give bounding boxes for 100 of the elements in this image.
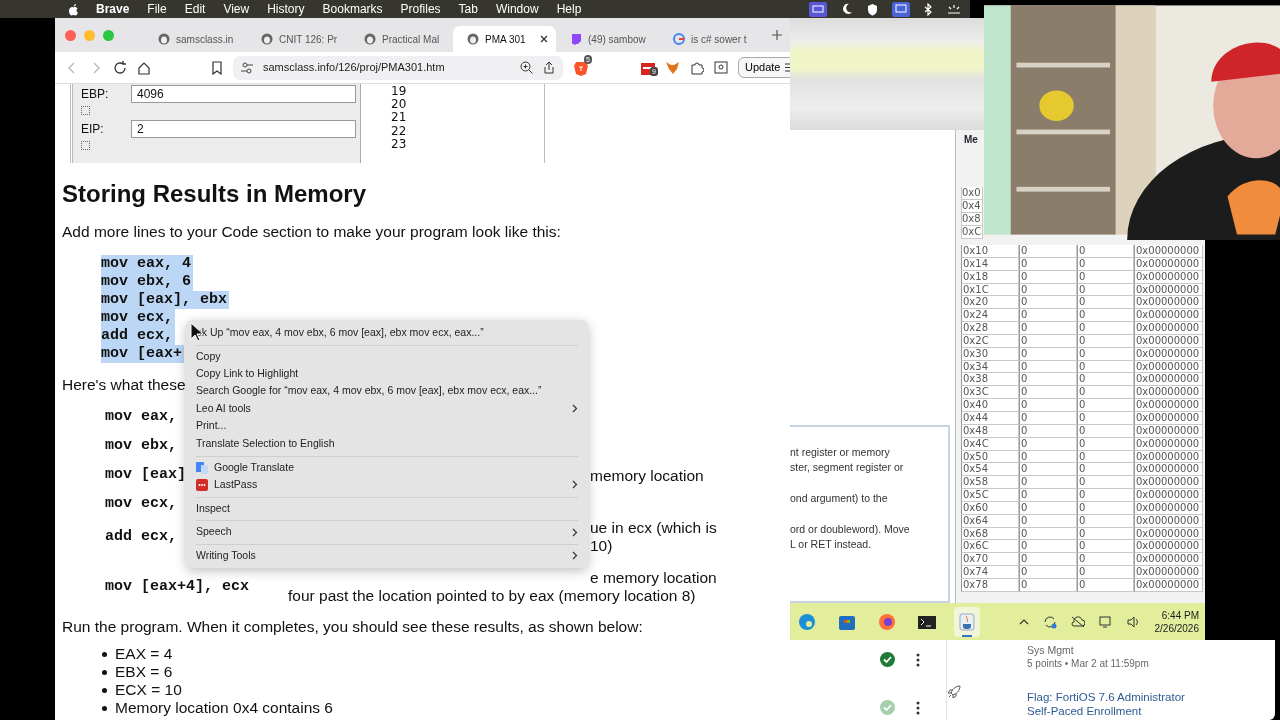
monitor-icon[interactable] (1098, 614, 1113, 629)
browser-tab[interactable]: Practical Mal (350, 26, 453, 52)
table-cell: 0 (1019, 296, 1077, 310)
explanation-text: ue in ecx (which is (590, 519, 717, 537)
menu-item[interactable]: Profiles (391, 0, 450, 18)
chevron-icon (572, 527, 578, 537)
menu-item[interactable]: Writing Tools (196, 543, 578, 564)
code-text: mov [eax+4], ecx (105, 576, 250, 597)
table-cell: 0 (1019, 309, 1077, 323)
table-cell: 0 (1077, 373, 1134, 387)
table-cell: 0x70 (961, 553, 1019, 567)
menu-item[interactable]: Inspect (196, 496, 578, 517)
apple-icon[interactable] (68, 2, 79, 16)
paragraph: Add more lines to your Code section to make your program look like this: (62, 222, 561, 242)
table-cell: 0 (1077, 399, 1134, 412)
checkbox[interactable] (81, 141, 90, 150)
kebab-menu-icon[interactable] (916, 653, 920, 667)
result-text: EBX = 6 (115, 663, 173, 681)
table-cell: 0 (1019, 373, 1077, 387)
table-cell: 0x00000000 (1134, 476, 1203, 490)
browser-tab[interactable]: PMA 301 (453, 26, 556, 52)
menu-item[interactable]: Window (486, 0, 548, 18)
moon-icon[interactable] (841, 3, 853, 15)
fox-icon[interactable] (665, 60, 680, 75)
browser-tab[interactable]: samsclass.in (144, 26, 247, 52)
lastpass-icon (196, 478, 208, 491)
menu-item[interactable]: Copy (196, 344, 578, 365)
speaker-icon[interactable] (1126, 615, 1141, 628)
menu-item[interactable]: Leo AI tools (196, 400, 578, 418)
table-cell: 0 (1019, 399, 1077, 412)
explanation-text: 10) (590, 537, 613, 555)
menu-item[interactable]: View (214, 0, 259, 18)
table-cell: 0 (1019, 489, 1077, 502)
table-cell: 0x10 (961, 245, 1019, 258)
menu-item[interactable]: Translate Selection to English (196, 435, 578, 453)
paragraph: Here's what these (62, 375, 186, 395)
menu-item[interactable]: Copy Link to Highlight (196, 365, 578, 383)
table-cell: 0 (1019, 322, 1077, 335)
rocket-icon (947, 685, 961, 699)
register-field[interactable]: 2 (131, 120, 356, 138)
menu-item[interactable]: Help (547, 0, 591, 18)
panel-title: Me (963, 133, 979, 147)
table-cell: 0x28 (961, 322, 1019, 335)
bluetooth-icon[interactable] (924, 2, 932, 16)
menu-item[interactable]: Brave (87, 0, 139, 18)
new-tab-icon[interactable] (772, 30, 782, 40)
menu-item[interactable]: History (258, 0, 314, 18)
assignment-link[interactable]: Flag: FortiOS 7.6 Administrator Self-Paced Enrollment (1027, 690, 1197, 718)
explanation-text: e memory location (590, 569, 717, 587)
help-text: ster, segment register or (790, 460, 905, 475)
shield-icon[interactable] (867, 2, 878, 16)
section-heading: Storing Results in Memory (62, 179, 368, 209)
table-cell: 0x6C (961, 540, 1019, 554)
menu-item[interactable]: File (138, 0, 176, 18)
home-icon[interactable] (137, 60, 151, 75)
close-icon[interactable] (540, 35, 548, 43)
update-button[interactable]: Update (738, 57, 790, 78)
chevron-icon (572, 551, 578, 561)
table-cell: 0xC (961, 226, 984, 239)
table-cell: 0x00000000 (1134, 489, 1203, 502)
register-field[interactable]: 4096 (131, 85, 356, 103)
share-icon[interactable] (543, 61, 555, 74)
table-cell: 0 (1077, 463, 1134, 477)
menu-item[interactable]: Search Google for “mov eax, 4 mov ebx, 6 mov [eax], ebx mov ecx, eax...” (196, 382, 578, 400)
zoom-in-icon[interactable] (520, 61, 533, 74)
table-cell: 0x00000000 (1134, 322, 1203, 335)
code-text: mov ecx, (105, 494, 177, 515)
reload-icon[interactable] (113, 60, 127, 75)
table-cell: 0x00000000 (1134, 399, 1203, 412)
chevron-up-icon[interactable] (1018, 618, 1029, 625)
reader-icon[interactable] (714, 61, 728, 74)
menu-item[interactable]: Speech (196, 520, 578, 541)
browser-tab[interactable]: is c# sower t (659, 26, 762, 52)
kebab-menu-icon[interactable] (916, 701, 920, 715)
cloud-off-icon[interactable] (1070, 615, 1085, 628)
table-cell: 0x20 (961, 296, 1019, 310)
bookmark-icon[interactable] (211, 60, 223, 75)
sync-icon[interactable] (1042, 614, 1057, 629)
display-icon[interactable] (809, 1, 827, 17)
result-text: ECX = 10 (115, 681, 182, 699)
g-icon (673, 33, 685, 45)
browser-tab[interactable]: (49) sambow (556, 26, 659, 52)
code-text: mov ebx, (105, 436, 177, 457)
browser-tab[interactable]: CNIT 126: Pr (247, 26, 350, 52)
bullet (102, 687, 107, 693)
menu-item[interactable]: Edit (175, 0, 215, 18)
menu-item[interactable]: Bookmarks (313, 0, 392, 18)
table-cell: 0 (1019, 553, 1077, 567)
menu-item[interactable]: Print... (196, 417, 578, 435)
menu-item[interactable]: Tab (449, 0, 487, 18)
menu-item[interactable]: Google Translate (196, 455, 578, 476)
address-bar[interactable]: samsclass.info/126/proj/PMA301.htm (233, 55, 563, 80)
puzzle-icon[interactable] (690, 60, 704, 75)
clock-time: 6:44 PM (1160, 608, 1199, 622)
paragraph: Run the program. When it completes, you should see these results, as shown below: (62, 617, 643, 637)
brightness-icon[interactable] (946, 4, 962, 14)
screen-mirror-icon[interactable] (892, 1, 910, 17)
menu-item[interactable]: LastPass (196, 476, 578, 494)
checkbox[interactable] (81, 106, 90, 115)
table-cell: 0x5C (961, 489, 1019, 502)
